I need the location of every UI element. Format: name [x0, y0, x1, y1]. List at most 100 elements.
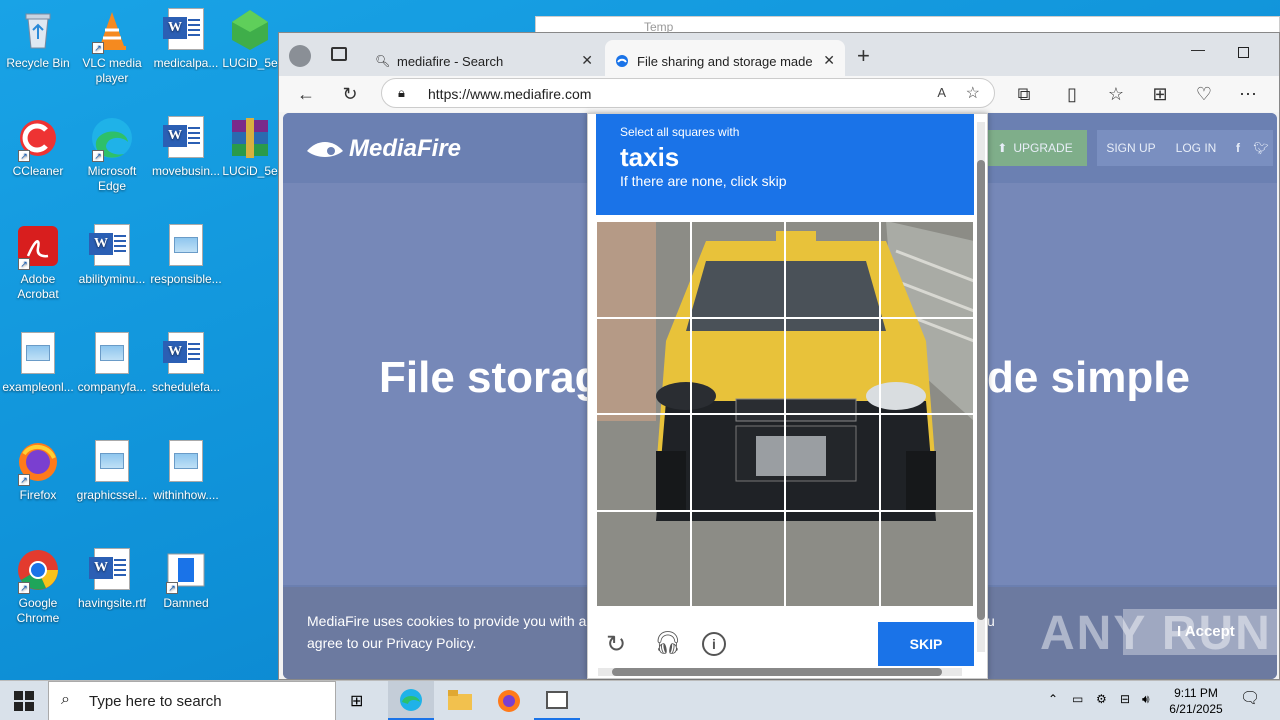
captcha-tile[interactable]: [690, 317, 785, 414]
captcha-tile[interactable]: [596, 414, 691, 511]
captcha-tile[interactable]: [596, 510, 691, 607]
ethernet-icon[interactable]: ⊟: [1120, 691, 1130, 707]
desktop-icon-companyfa[interactable]: companyfa...: [74, 332, 150, 395]
captcha-tile[interactable]: [596, 221, 691, 318]
captcha-target: taxis: [620, 142, 680, 172]
desktop-icon-adobe-acrobat[interactable]: ↗ Adobe Acrobat: [0, 224, 76, 302]
sign-up-button[interactable]: SIGN UP: [1097, 130, 1165, 166]
image-file-icon: [21, 332, 55, 374]
desktop-icon-medicalpa[interactable]: W medicalpa...: [148, 8, 224, 71]
captcha-tile[interactable]: [879, 221, 974, 318]
firefox-icon[interactable]: [497, 689, 521, 718]
windows-start-icon[interactable]: [14, 691, 34, 716]
captcha-header: Select all squares with taxis If there a…: [596, 114, 974, 215]
facebook-icon[interactable]: f: [1227, 130, 1249, 166]
desktop-icon-ccleaner[interactable]: ↗ CCleaner: [0, 116, 76, 179]
collections-icon[interactable]: ⊞: [1149, 84, 1171, 105]
taskbar-edge[interactable]: [388, 681, 434, 720]
extensions-icon[interactable]: ⧉: [1013, 84, 1035, 105]
desktop-icon-graphicssel[interactable]: graphicssel...: [74, 440, 150, 503]
read-aloud-icon[interactable]: A: [937, 85, 946, 100]
log-in-button[interactable]: LOG IN: [1165, 130, 1227, 166]
captcha-tile[interactable]: [690, 510, 785, 607]
desktop-icon-movebusin[interactable]: W movebusin...: [148, 116, 224, 179]
tab-file-sharing[interactable]: File sharing and storage made sim ✕: [605, 40, 845, 76]
desktop-icon-abilityminu[interactable]: W abilityminu...: [74, 224, 150, 287]
word-doc-icon: W: [89, 224, 130, 266]
acrobat-icon: ↗: [16, 224, 60, 270]
info-icon[interactable]: i: [702, 632, 726, 656]
taskbar: ⌕ Type here to search ⊞ ⌃ ▭ ⚙ ⊟ 🔊︎ 9:11 …: [0, 680, 1280, 720]
back-arrow-icon[interactable]: ←: [295, 84, 317, 105]
captcha-tile[interactable]: [690, 414, 785, 511]
taskbar-search-input[interactable]: ⌕ Type here to search: [48, 681, 336, 720]
minimize-icon[interactable]: —: [1191, 41, 1205, 57]
desktop-icon-withinhow[interactable]: withinhow....: [148, 440, 224, 503]
skip-button[interactable]: SKIP: [878, 622, 974, 666]
file-explorer-icon[interactable]: [448, 690, 472, 715]
more-menu-icon[interactable]: ⋯: [1237, 84, 1259, 105]
desktop-icon-google-chrome[interactable]: ↗ Google Chrome: [0, 548, 76, 626]
device-icon[interactable]: ▭: [1072, 691, 1083, 707]
profile-avatar-icon[interactable]: [289, 45, 311, 67]
mediafire-logo[interactable]: MediaFire: [349, 135, 461, 163]
close-tab-icon[interactable]: ✕: [581, 52, 593, 69]
captcha-instruction: Select all squares with: [620, 125, 740, 139]
tab-actions-icon[interactable]: [331, 47, 347, 61]
desktop-icon-damned[interactable]: ↗ Damned: [148, 548, 224, 611]
new-tab-icon[interactable]: +: [857, 43, 870, 69]
captcha-tile[interactable]: [596, 317, 691, 414]
search-icon: ⌕: [61, 691, 70, 708]
tab-mediafire-search[interactable]: 🔍︎ mediafire - Search ✕: [365, 40, 603, 76]
recycle-bin-icon: [16, 8, 60, 52]
tab-bar: 🔍︎ mediafire - Search ✕ File sharing and…: [279, 33, 1279, 76]
task-view-icon[interactable]: ⊞: [350, 691, 363, 711]
captcha-challenge: Select all squares with taxis If there a…: [587, 113, 988, 679]
desktop-icon-responsible[interactable]: responsible...: [148, 224, 224, 287]
app-window-icon: [546, 691, 568, 709]
taskbar-app-window[interactable]: [534, 681, 580, 720]
favorites-icon[interactable]: ☆: [1105, 84, 1127, 105]
address-bar[interactable]: 🔒︎ https://www.mediafire.com A ☆: [381, 78, 995, 108]
notifications-icon[interactable]: 🗨︎: [1240, 691, 1260, 707]
word-doc-icon: W: [163, 332, 204, 374]
desktop-icon-microsoft-edge[interactable]: ↗ Microsoft Edge: [74, 116, 150, 194]
cookie-text-line1: MediaFire uses cookies to provide you wi…: [307, 613, 599, 629]
captcha-tile[interactable]: [690, 221, 785, 318]
image-file-icon: [95, 332, 129, 374]
desktop-icon-firefox[interactable]: ↗ Firefox: [0, 440, 76, 503]
maximize-icon[interactable]: [1238, 47, 1249, 58]
volume-icon[interactable]: 🔊︎: [1142, 691, 1150, 707]
split-screen-icon[interactable]: ▯: [1061, 84, 1083, 105]
vertical-scrollbar[interactable]: [977, 122, 985, 652]
network-icon[interactable]: ⚙: [1096, 691, 1107, 707]
tray-chevron-icon[interactable]: ⌃: [1048, 691, 1058, 707]
lock-icon: 🔒︎: [398, 85, 405, 100]
desktop-icon-schedulefa[interactable]: W schedulefa...: [148, 332, 224, 395]
horizontal-scrollbar[interactable]: [598, 668, 962, 676]
captcha-tile[interactable]: [879, 317, 974, 414]
captcha-tile[interactable]: [879, 510, 974, 607]
desktop-icon-exampleonl[interactable]: exampleonl...: [0, 332, 76, 395]
refresh-icon[interactable]: ↻: [339, 84, 361, 105]
upgrade-button[interactable]: ⬆ UPGRADE: [983, 130, 1087, 166]
captcha-tile[interactable]: [879, 414, 974, 511]
search-icon: 🔍︎: [375, 54, 391, 68]
captcha-tile[interactable]: [785, 317, 880, 414]
captcha-tile[interactable]: [785, 221, 880, 318]
desktop-icon-recycle-bin[interactable]: Recycle Bin: [0, 8, 76, 71]
reload-icon[interactable]: ↻: [606, 630, 626, 659]
twitter-icon[interactable]: 🐦︎: [1249, 130, 1273, 166]
desktop-icon-lucid-2[interactable]: LUCiD_5e: [222, 116, 278, 179]
favorite-star-icon[interactable]: ☆: [966, 83, 980, 103]
captcha-tile[interactable]: [785, 414, 880, 511]
captcha-tile[interactable]: [785, 510, 880, 607]
image-file-icon: [169, 224, 203, 266]
desktop-icon-lucid-1[interactable]: LUCiD_5e: [222, 8, 278, 71]
browser-essentials-icon[interactable]: ♡: [1193, 84, 1215, 105]
close-tab-icon[interactable]: ✕: [823, 52, 835, 69]
headphones-icon[interactable]: 🎧︎: [654, 630, 682, 656]
desktop-icon-vlc[interactable]: ↗ VLC media player: [74, 8, 150, 86]
desktop-icon-havingsite[interactable]: W havingsite.rtf: [74, 548, 150, 611]
clock[interactable]: 9:11 PM 6/21/2025: [1164, 685, 1228, 717]
